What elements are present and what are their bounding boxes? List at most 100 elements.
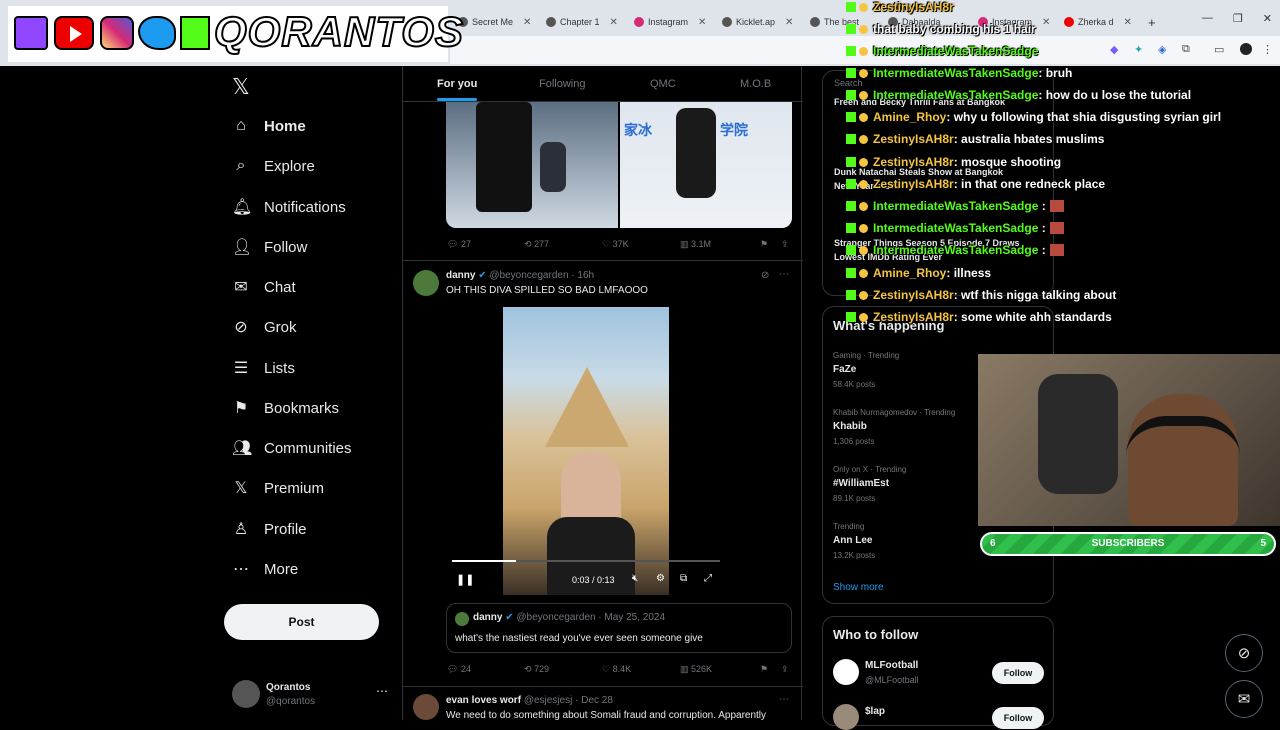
share-icon[interactable]: ⇪ xyxy=(781,664,789,675)
browser-tab[interactable]: Instagram ✕ xyxy=(626,10,706,34)
nav-grok[interactable]: ⊘ Grok xyxy=(232,309,296,345)
more-icon[interactable]: ⋯ xyxy=(779,694,789,705)
nav-communities[interactable]: 👥︎ Communities xyxy=(232,430,352,466)
suggest-name[interactable]: MLFootball xyxy=(865,660,918,671)
tweet-handle[interactable]: @beyoncegarden xyxy=(489,270,568,281)
chat-username[interactable]: IntermediateWasTakenSadge xyxy=(873,44,1038,58)
trend-name[interactable]: Khabib xyxy=(833,421,867,432)
nav-lists[interactable]: ☰ Lists xyxy=(232,350,295,386)
chat-username[interactable]: Amine_Rhoy xyxy=(873,110,946,124)
browser-tab[interactable]: Chapter 1 ✕ xyxy=(538,10,618,34)
tweet-media[interactable]: 家冰 学院 xyxy=(446,102,792,228)
tab-following[interactable]: Following xyxy=(539,78,585,90)
nav-premium[interactable]: 𝕏 Premium xyxy=(232,470,324,506)
extensions-icon[interactable]: ⧉ xyxy=(1182,43,1190,56)
more-icon[interactable]: ⋯ xyxy=(779,269,789,280)
chat-username[interactable]: ZestinyIsAH8r xyxy=(873,288,954,302)
close-icon[interactable]: ✕ xyxy=(698,17,706,28)
messages-icon[interactable]: ✉ xyxy=(1225,680,1263,718)
avatar[interactable] xyxy=(413,694,439,720)
avatar[interactable] xyxy=(833,659,859,685)
nav-more[interactable]: ⋯ More xyxy=(232,551,298,587)
minimize-icon[interactable]: — xyxy=(1202,12,1213,25)
follow-button[interactable]: Follow xyxy=(992,662,1044,684)
maximize-icon[interactable]: ❐ xyxy=(1233,12,1243,25)
pause-icon[interactable]: ❚❚ xyxy=(456,573,474,586)
chat-username[interactable]: Amine_Rhoy xyxy=(873,266,946,280)
nav-explore[interactable]: ⌕ Explore xyxy=(232,148,315,184)
suggest-name[interactable]: $lap xyxy=(865,706,885,717)
view-count[interactable]: ▥ 3.1M xyxy=(680,239,711,250)
nav-chat[interactable]: ✉ Chat xyxy=(232,269,295,305)
chat-text: : xyxy=(1038,221,1046,235)
reply-count[interactable]: 💬︎ 27 xyxy=(447,239,471,250)
close-icon[interactable]: ✕ xyxy=(1042,17,1050,28)
close-icon[interactable]: ✕ xyxy=(523,17,531,28)
avatar[interactable] xyxy=(413,270,439,296)
retweet-count[interactable]: ⟲ 729 xyxy=(524,664,549,675)
show-more-link[interactable]: Show more xyxy=(833,582,884,593)
chat-username[interactable]: IntermediateWasTakenSadge xyxy=(873,199,1038,213)
tweet-handle[interactable]: @esjesjesj xyxy=(524,695,573,706)
menu-icon[interactable]: ⋮ xyxy=(1262,43,1273,56)
retweet-count[interactable]: ⟲ 277 xyxy=(524,239,549,250)
video-player[interactable]: ❚❚ 0:03 / 0:13 🔇︎ ⚙ ⧉ ⤢ xyxy=(446,307,726,595)
pip-icon[interactable]: ⧉ xyxy=(680,573,687,584)
tab-mob[interactable]: M.O.B xyxy=(740,78,771,90)
extension-icon[interactable]: ◈ xyxy=(1158,43,1166,56)
new-tab-button[interactable]: + xyxy=(1140,10,1156,34)
tweet-author[interactable]: danny xyxy=(446,270,475,281)
trend-name[interactable]: #WilliamEst xyxy=(833,478,889,489)
post-button[interactable]: Post xyxy=(224,604,379,640)
browser-tab[interactable]: Zherka d ✕ xyxy=(1056,10,1132,34)
mute-icon[interactable]: 🔇︎ xyxy=(632,573,638,584)
nav-home[interactable]: ⌂ Home xyxy=(232,108,306,144)
nav-profile[interactable]: ♙ Profile xyxy=(232,511,307,547)
reply-count[interactable]: 💬︎ 24 xyxy=(447,664,471,675)
like-count[interactable]: ♡ 8.4K xyxy=(602,664,631,675)
tab-qmc[interactable]: QMC xyxy=(650,78,676,90)
chat-username[interactable]: ZestinyIsAH8r xyxy=(873,310,954,324)
sidebar-icon[interactable]: ▭ xyxy=(1214,43,1224,56)
tweet-author[interactable]: evan loves worf xyxy=(446,695,521,706)
browser-tab[interactable]: Kicklet.ap ✕ xyxy=(714,10,793,34)
quote-tweet[interactable]: danny ✔ @beyoncegarden · May 25, 2024 wh… xyxy=(446,603,792,653)
bookmark-icon[interactable]: ⚑ xyxy=(760,239,768,250)
fullscreen-icon[interactable]: ⤢ xyxy=(704,573,712,584)
chat-username[interactable]: IntermediateWasTakenSadge xyxy=(873,88,1038,102)
x-logo-icon[interactable]: 𝕏 xyxy=(232,74,250,100)
profile-avatar-icon[interactable] xyxy=(1240,43,1252,55)
avatar[interactable] xyxy=(833,704,859,730)
settings-gear-icon[interactable]: ⚙ xyxy=(656,573,665,584)
chat-username[interactable]: ZestinyIsAH8r xyxy=(873,132,954,146)
chat-username[interactable]: ZestinyIsAH8r xyxy=(873,177,954,191)
tab-for-you[interactable]: For you xyxy=(437,78,478,101)
grok-icon[interactable]: ⊘ xyxy=(1225,634,1263,672)
extension-icon[interactable]: ◆ xyxy=(1110,43,1118,56)
close-window-icon[interactable]: ✕ xyxy=(1263,12,1272,25)
view-count[interactable]: ▥ 526K xyxy=(680,664,712,675)
close-icon[interactable]: ✕ xyxy=(785,17,793,28)
like-count[interactable]: ♡ 37K xyxy=(602,239,629,250)
trend-name[interactable]: FaZe xyxy=(833,364,856,375)
chat-username[interactable]: IntermediateWasTakenSadge xyxy=(873,66,1038,80)
nav-bookmarks[interactable]: ⚑ Bookmarks xyxy=(232,390,339,426)
chat-username[interactable]: ZestinyIsAH8r xyxy=(873,0,954,14)
close-icon[interactable]: ✕ xyxy=(1124,17,1132,28)
avatar[interactable] xyxy=(232,680,260,708)
nav-follow[interactable]: 👤︎ Follow xyxy=(232,229,307,265)
nav-notifications[interactable]: 🔔︎ Notifications xyxy=(232,189,346,225)
chat-username[interactable]: IntermediateWasTakenSadge xyxy=(873,221,1038,235)
close-icon[interactable]: ✕ xyxy=(610,17,618,28)
trend-name[interactable]: Ann Lee xyxy=(833,535,872,546)
bookmark-icon[interactable]: ⚑ xyxy=(760,664,768,675)
chat-username[interactable]: IntermediateWasTakenSadge xyxy=(873,243,1038,257)
chat-username[interactable]: ZestinyIsAH8r xyxy=(873,155,954,169)
follow-button[interactable]: Follow xyxy=(992,707,1044,729)
extension-icon[interactable]: ✦ xyxy=(1134,43,1143,56)
share-icon[interactable]: ⇪ xyxy=(781,239,789,250)
grok-icon[interactable]: ⊘ xyxy=(761,270,769,281)
account-menu-icon[interactable]: ⋯ xyxy=(376,684,388,698)
sub-badge-icon xyxy=(859,224,868,233)
chat-message: ZestinyIsAH8r: australia hbates muslims xyxy=(846,132,1104,146)
